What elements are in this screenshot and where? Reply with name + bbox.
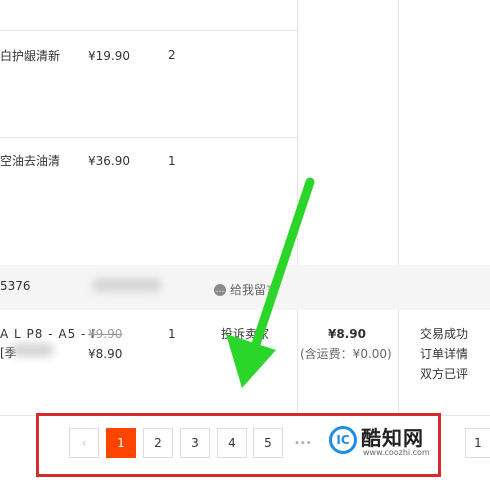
annotation-arrow [226,177,315,388]
